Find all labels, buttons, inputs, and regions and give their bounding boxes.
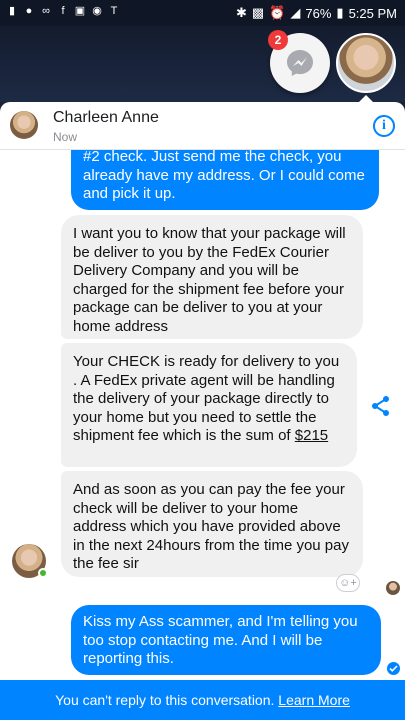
add-reaction-icon[interactable]: ☺+ (336, 574, 360, 592)
messenger-bubble-icon (287, 50, 313, 76)
alarm-icon: ⏰ (269, 5, 286, 20)
bluetooth-icon: ✱ (236, 5, 247, 20)
avatar[interactable] (10, 111, 38, 139)
amount-link[interactable]: $215 (295, 427, 328, 444)
cannot-reply-text: You can't reply to this conversation. (55, 692, 279, 708)
info-icon[interactable]: i (373, 115, 395, 137)
incoming-message[interactable]: I want you to know that your package wil… (61, 215, 363, 339)
message-icon: ▮ (8, 5, 16, 17)
outgoing-message[interactable]: #2 check. Just send me the check, you al… (71, 150, 379, 210)
tmobile-icon: T (110, 5, 118, 17)
active-status: Now (53, 130, 78, 144)
delivered-check-icon (387, 662, 400, 675)
voicemail-icon: ∞ (42, 5, 50, 17)
facebook-icon: f (61, 5, 65, 17)
contact-name[interactable]: Charleen Anne (53, 109, 159, 127)
battery-percent: 76% (305, 5, 332, 21)
camera-icon: ◉ (92, 5, 102, 17)
conversation-header: Charleen Anne Now i (0, 102, 405, 150)
outgoing-message[interactable]: Kiss my Ass scammer, and I'm telling you… (71, 605, 381, 675)
unread-badge: 2 (268, 30, 288, 50)
signal-icon: ◢ (290, 5, 301, 20)
gallery-icon: ▣ (74, 5, 86, 17)
online-indicator (38, 568, 48, 578)
status-bar: ▮ ● ∞ f ▣ ◉ T ✱ ▩ ⏰ ◢ 76% ▮ 5:25 PM (0, 0, 405, 26)
learn-more-link[interactable]: Learn More (278, 692, 350, 708)
system-icons: ✱ ▩ ⏰ ◢ 76% ▮ 5:25 PM (236, 5, 397, 21)
contact-chat-head[interactable] (336, 33, 396, 93)
incoming-message[interactable]: Your CHECK is ready for delivery to you … (61, 343, 357, 467)
cannot-reply-banner: You can't reply to this conversation. Le… (0, 680, 405, 720)
battery-icon: ▮ (336, 5, 344, 20)
nfc-icon: ▩ (251, 5, 265, 20)
seen-avatar (386, 581, 400, 595)
message-list[interactable]: #2 check. Just send me the check, you al… (0, 150, 405, 680)
clock: 5:25 PM (348, 5, 397, 21)
share-icon[interactable] (370, 395, 392, 417)
notification-icons: ▮ ● ∞ f ▣ ◉ T (6, 5, 120, 17)
incoming-message[interactable]: And as soon as you can pay the fee your … (61, 471, 363, 577)
messenger-icon: ● (25, 5, 33, 17)
